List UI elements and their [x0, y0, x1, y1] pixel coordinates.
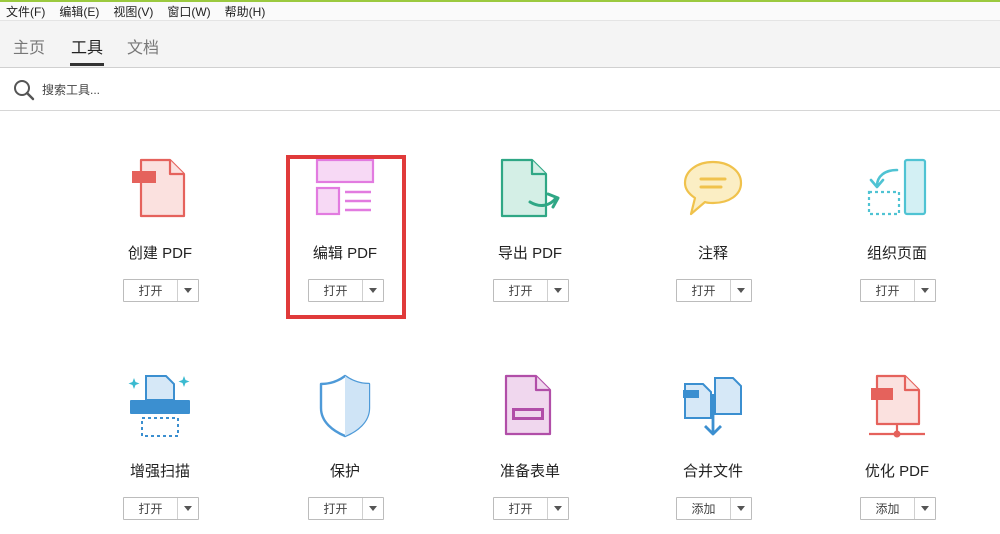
tool-label: 注释	[697, 245, 728, 262]
enhance-scans-icon	[128, 375, 190, 437]
chevron-down-icon	[921, 288, 929, 293]
tool-label: 编辑 PDF	[312, 245, 378, 262]
open-split-button: 打开	[493, 497, 569, 520]
dropdown-button[interactable]	[915, 280, 935, 301]
chevron-down-icon	[737, 506, 745, 511]
open-split-button: 打开	[123, 279, 199, 302]
chevron-down-icon	[554, 506, 562, 511]
search-bar	[0, 68, 1000, 111]
open-button[interactable]: 打开	[309, 280, 363, 301]
tab-bar: 主页 工具 文档	[0, 21, 1000, 68]
open-button[interactable]: 打开	[677, 280, 731, 301]
open-split-button: 打开	[676, 279, 752, 302]
dropdown-button[interactable]	[731, 498, 751, 519]
search-input[interactable]	[40, 78, 444, 102]
tool-label: 创建 PDF	[127, 245, 193, 262]
menu-view[interactable]: 视图(V)	[107, 3, 159, 20]
menu-file[interactable]: 文件(F)	[0, 3, 51, 20]
open-button[interactable]: 打开	[309, 498, 363, 519]
open-split-button: 打开	[493, 279, 569, 302]
dropdown-button[interactable]	[363, 280, 383, 301]
chevron-down-icon	[369, 506, 377, 511]
add-button[interactable]: 添加	[677, 498, 731, 519]
dropdown-button[interactable]	[731, 280, 751, 301]
create-pdf-icon	[132, 158, 186, 218]
dropdown-button[interactable]	[915, 498, 935, 519]
tool-label: 组织页面	[866, 245, 927, 262]
tab-tools[interactable]: 工具	[71, 34, 103, 58]
protect-icon	[319, 374, 371, 438]
dropdown-button[interactable]	[548, 498, 568, 519]
dropdown-button[interactable]	[548, 280, 568, 301]
chevron-down-icon	[184, 288, 192, 293]
menu-help[interactable]: 帮助(H)	[219, 3, 272, 20]
add-split-button: 添加	[676, 497, 752, 520]
optimize-pdf-icon	[869, 374, 925, 438]
menu-window[interactable]: 窗口(W)	[161, 3, 216, 20]
tool-label: 合并文件	[682, 463, 743, 480]
open-split-button: 打开	[308, 279, 384, 302]
dropdown-button[interactable]	[178, 280, 198, 301]
tool-label: 导出 PDF	[497, 245, 563, 262]
open-button[interactable]: 打开	[494, 498, 548, 519]
open-button[interactable]: 打开	[124, 498, 178, 519]
open-split-button: 打开	[860, 279, 936, 302]
menu-edit[interactable]: 编辑(E)	[53, 3, 105, 20]
open-button[interactable]: 打开	[494, 280, 548, 301]
tool-label: 增强扫描	[129, 463, 190, 480]
tab-home[interactable]: 主页	[13, 34, 45, 58]
open-button[interactable]: 打开	[861, 280, 915, 301]
search-icon[interactable]	[12, 78, 36, 102]
comment-icon	[683, 160, 743, 216]
active-tab-indicator	[70, 63, 104, 66]
organize-pages-icon	[867, 158, 927, 216]
tool-label: 保护	[329, 463, 360, 480]
export-pdf-icon	[500, 158, 560, 218]
tab-document[interactable]: 文档	[127, 34, 159, 58]
open-split-button: 打开	[123, 497, 199, 520]
chevron-down-icon	[737, 288, 745, 293]
chevron-down-icon	[921, 506, 929, 511]
open-split-button: 打开	[308, 497, 384, 520]
chevron-down-icon	[369, 288, 377, 293]
tool-label: 优化 PDF	[864, 463, 930, 480]
edit-pdf-icon	[315, 158, 375, 216]
open-button[interactable]: 打开	[124, 280, 178, 301]
add-button[interactable]: 添加	[861, 498, 915, 519]
tool-label: 准备表单	[499, 463, 560, 480]
prepare-form-icon	[504, 374, 552, 436]
dropdown-button[interactable]	[178, 498, 198, 519]
dropdown-button[interactable]	[363, 498, 383, 519]
combine-files-icon	[683, 377, 742, 436]
add-split-button: 添加	[860, 497, 936, 520]
chevron-down-icon	[184, 506, 192, 511]
chevron-down-icon	[554, 288, 562, 293]
menu-bar: 文件(F) 编辑(E) 视图(V) 窗口(W) 帮助(H)	[0, 0, 1000, 21]
